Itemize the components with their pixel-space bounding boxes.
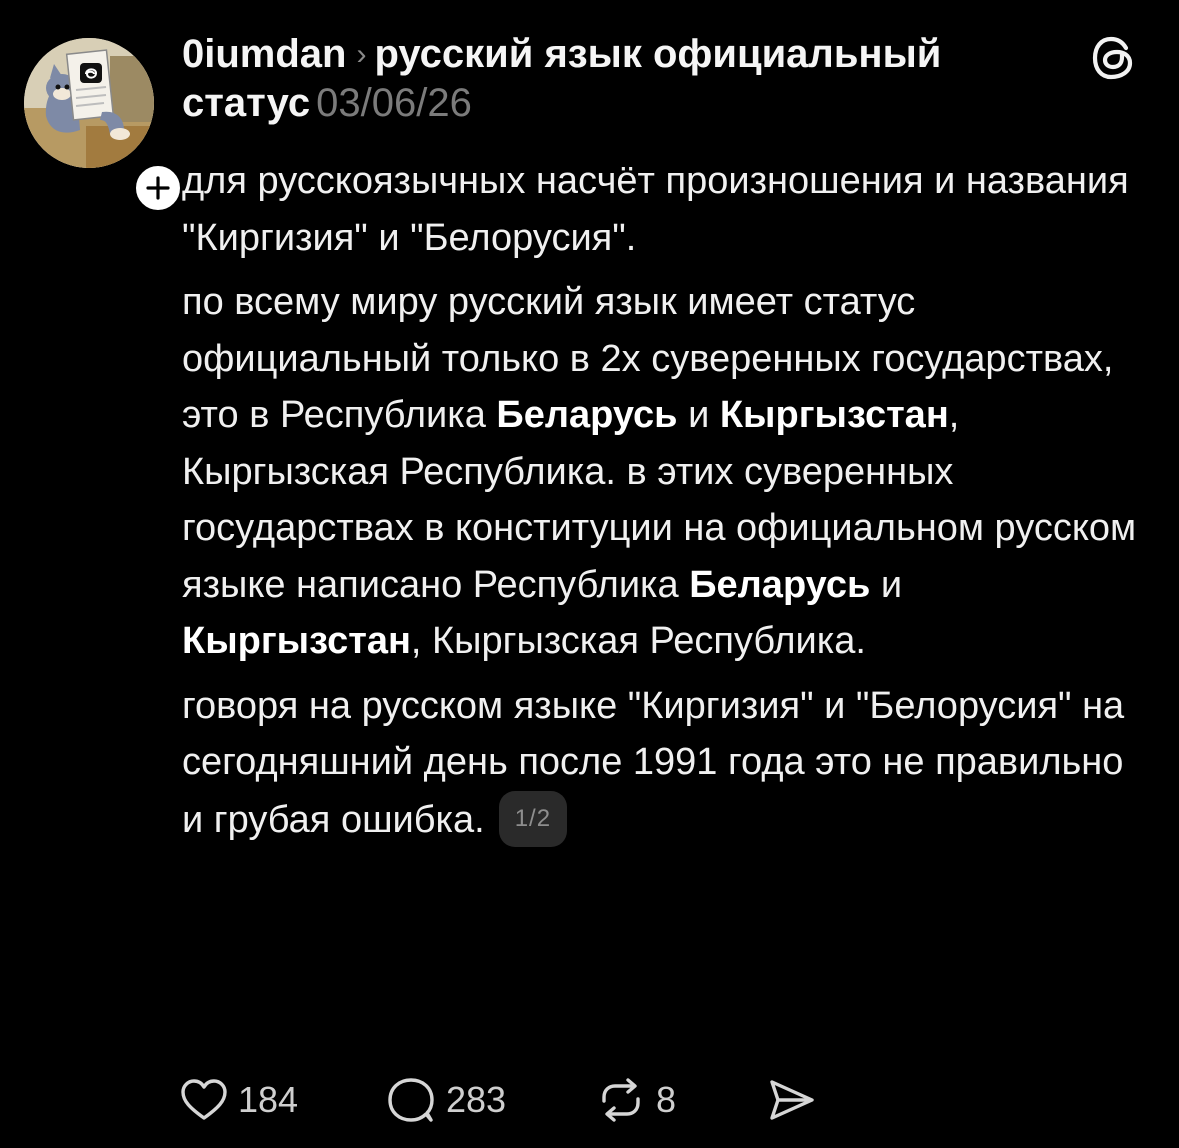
like-button[interactable]: 184 [180,1078,386,1122]
reply-button[interactable]: 283 [386,1077,596,1123]
action-bar: 184 283 8 [180,1072,816,1128]
threads-logo-icon[interactable] [1089,32,1141,84]
post-paragraph: для русскоязычных насчёт произношения и … [182,153,1142,266]
avatar-container [24,38,184,214]
post-header: 0iumdan › русский язык официальный статус 0… [182,30,1062,127]
bold-text: Кыргызстан [182,620,411,662]
avatar-cartoon-image [24,38,154,168]
post-date: 03/06/26 [316,81,472,125]
bold-text: Беларусь [689,563,871,606]
bold-text: Беларусь [496,394,678,436]
page-indicator[interactable]: 1/2 [498,790,568,847]
post-body: для русскоязычных насчёт произношения и … [182,153,1142,848]
text-run: , Кыргызская Республика. [410,620,866,662]
username-link[interactable]: 0iumdan [182,32,346,76]
text-run: и [677,394,720,436]
follow-button[interactable] [132,162,184,214]
post-paragraph: по всему миру русский язык имеет статус … [182,274,1142,670]
share-button[interactable] [766,1077,816,1123]
repost-button[interactable]: 8 [596,1077,766,1123]
like-count: 184 [238,1079,299,1120]
heart-icon [181,1079,227,1120]
thread-post: 0iumdan › русский язык официальный статус 0… [0,0,1179,1148]
text-run: говоря на русском языке "Киргизия" и "Бе… [182,684,1125,841]
text-run: и [870,563,903,606]
avatar[interactable] [24,38,154,168]
send-icon [770,1080,814,1120]
post-paragraph: говоря на русском языке "Киргизия" и "Бе… [182,678,1142,849]
repost-icon [602,1078,640,1122]
bold-text: Кыргызстан [719,394,949,436]
reply-count: 283 [446,1079,507,1120]
repost-count: 8 [656,1079,677,1120]
text-run: для русскоязычных насчёт произношения и … [182,160,1129,259]
plus-icon [146,176,170,200]
comment-bubble-icon [388,1078,434,1122]
chevron-right-icon: › [356,38,367,71]
